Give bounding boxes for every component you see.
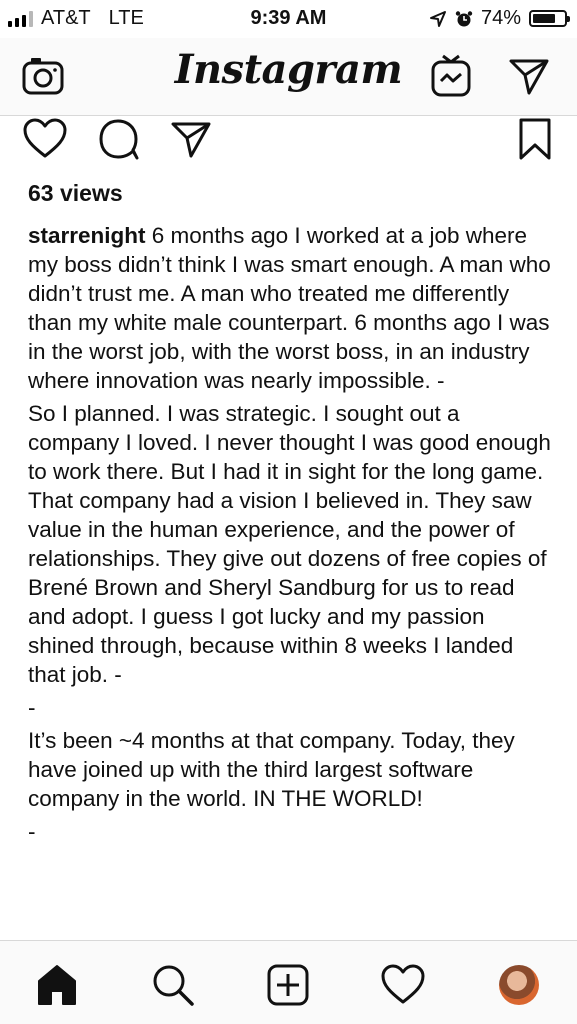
- caption-paragraph: -: [28, 819, 36, 844]
- comment-button[interactable]: [94, 114, 144, 164]
- post-username[interactable]: starrenight: [28, 223, 146, 248]
- profile-avatar: [499, 965, 539, 1005]
- post-action-row: [0, 112, 577, 164]
- save-button[interactable]: [510, 114, 560, 164]
- caption-paragraph: So I planned. I was strategic. I sought …: [28, 401, 551, 687]
- new-post-icon: [267, 964, 309, 1006]
- share-icon: [171, 122, 211, 158]
- bookmark-icon: [519, 118, 551, 160]
- tab-activity[interactable]: [375, 959, 431, 1011]
- comment-icon: [99, 119, 139, 160]
- tab-profile[interactable]: [491, 959, 547, 1011]
- app-header: Instagram: [0, 38, 577, 116]
- home-icon: [38, 965, 76, 1005]
- direct-message-icon: [509, 59, 549, 95]
- alarm-icon: [455, 10, 473, 26]
- caption-paragraph: -: [28, 695, 36, 720]
- view-count: 63 views: [28, 180, 123, 206]
- tab-new-post[interactable]: [260, 959, 316, 1011]
- share-button[interactable]: [166, 114, 216, 164]
- status-right: 74%: [429, 7, 570, 30]
- caption-text: 6 months ago I worked at a job where my …: [28, 223, 551, 393]
- battery-icon: [529, 10, 570, 27]
- igtv-button[interactable]: [426, 52, 476, 100]
- activity-heart-icon: [381, 964, 425, 1004]
- like-button[interactable]: [20, 114, 70, 164]
- status-bar: AT&T LTE 9:39 AM 74%: [0, 0, 577, 38]
- search-icon: [153, 965, 194, 1006]
- igtv-icon: [431, 54, 471, 97]
- caption-paragraph: It’s been ~4 months at that company. Tod…: [28, 728, 515, 811]
- location-arrow-icon: [429, 10, 446, 27]
- instagram-logo: Instagram: [174, 46, 403, 93]
- heart-icon: [23, 118, 67, 158]
- battery-percent: 74%: [480, 7, 521, 29]
- post-caption: starrenight 6 months ago I worked at a j…: [28, 221, 556, 850]
- bottom-tab-bar: [0, 940, 577, 1024]
- caption-paragraph: starrenight 6 months ago I worked at a j…: [28, 221, 556, 395]
- tab-home[interactable]: [29, 959, 85, 1011]
- tab-search[interactable]: [145, 959, 201, 1011]
- direct-message-button[interactable]: [504, 52, 554, 100]
